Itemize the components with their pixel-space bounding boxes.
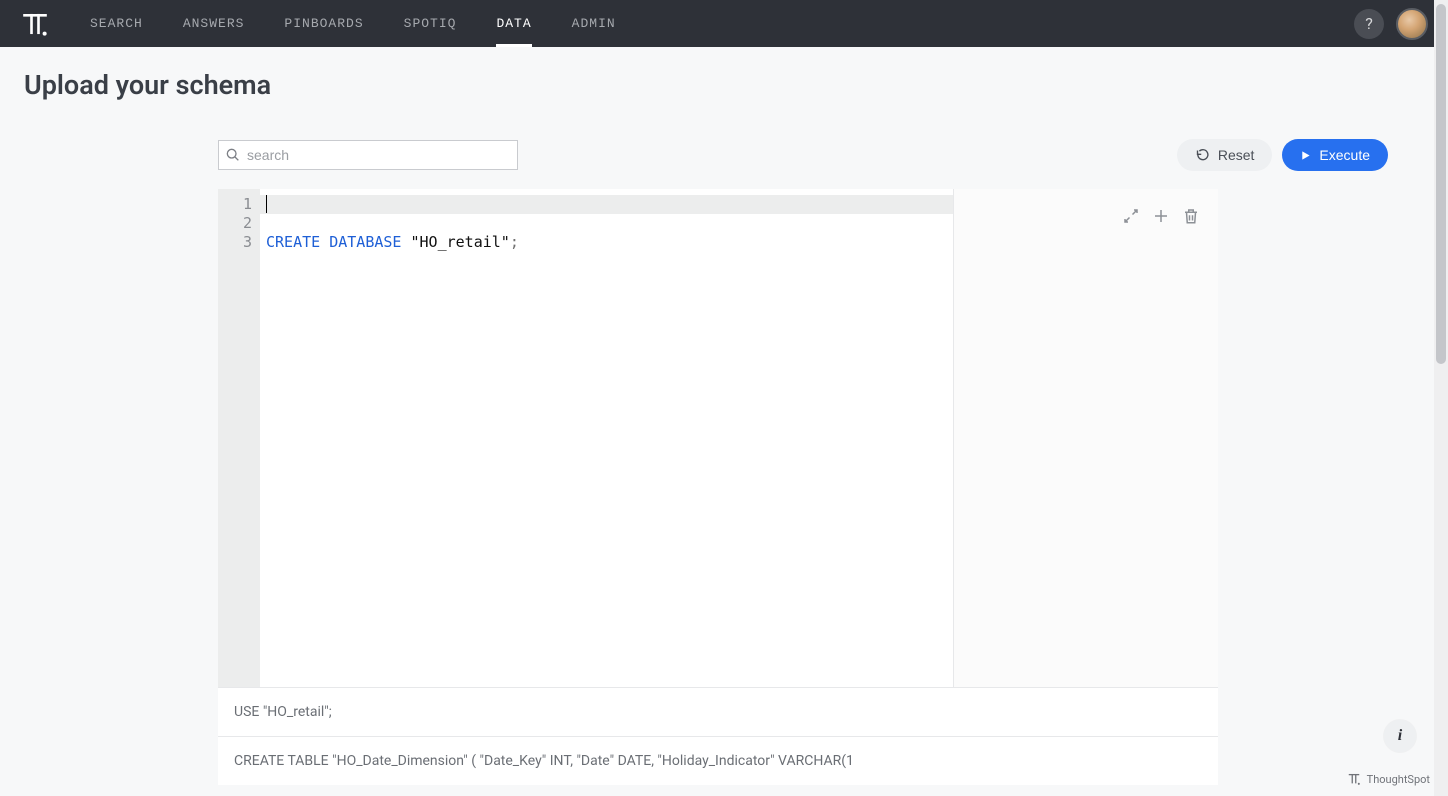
- line-number: 2: [218, 214, 252, 233]
- sql-string: "HO_retail": [401, 233, 509, 251]
- nav-item-answers[interactable]: ANSWERS: [183, 0, 245, 47]
- sql-keyword: CREATE DATABASE: [266, 233, 401, 251]
- nav-right: ?: [1354, 8, 1428, 40]
- page-title: Upload your schema: [24, 69, 1424, 101]
- nav-item-pinboards[interactable]: PINBOARDS: [284, 0, 363, 47]
- info-button[interactable]: i: [1384, 720, 1416, 752]
- editor-gutter: 1 2 3: [218, 189, 260, 687]
- nav-item-search[interactable]: SEARCH: [90, 0, 143, 47]
- footer-brand-label: ThoughtSpot: [1367, 773, 1430, 786]
- editor-code[interactable]: CREATE DATABASE "HO_retail";: [260, 189, 954, 687]
- reset-icon: [1195, 148, 1210, 163]
- brand-logo[interactable]: [20, 9, 50, 39]
- nav-items: SEARCH ANSWERS PINBOARDS SPOTIQ DATA ADM…: [90, 0, 616, 47]
- nav-item-admin[interactable]: ADMIN: [572, 0, 616, 47]
- brand-logo-small: [1347, 772, 1361, 786]
- top-nav: SEARCH ANSWERS PINBOARDS SPOTIQ DATA ADM…: [0, 0, 1448, 47]
- play-icon: [1300, 150, 1311, 161]
- line-number: 1: [218, 195, 252, 214]
- nav-item-data[interactable]: DATA: [496, 0, 531, 47]
- page-header: Upload your schema: [0, 47, 1448, 109]
- reset-label: Reset: [1218, 147, 1255, 163]
- history-row[interactable]: CREATE TABLE "HO_Date_Dimension" ( "Date…: [218, 736, 1218, 785]
- reset-button[interactable]: Reset: [1177, 139, 1273, 171]
- toolbar: Reset Execute: [194, 109, 1412, 189]
- nav-item-spotiq[interactable]: SPOTIQ: [404, 0, 457, 47]
- add-icon[interactable]: [1152, 207, 1170, 225]
- search-input[interactable]: [241, 147, 511, 163]
- sql-terminator: ;: [510, 233, 519, 251]
- search-wrap[interactable]: [218, 140, 518, 170]
- trash-icon[interactable]: [1182, 207, 1200, 225]
- user-avatar[interactable]: [1396, 8, 1428, 40]
- execute-button[interactable]: Execute: [1282, 139, 1388, 171]
- collapse-icon[interactable]: [1122, 207, 1140, 225]
- vertical-scrollbar[interactable]: [1434, 0, 1448, 796]
- search-icon: [225, 147, 241, 163]
- history-row[interactable]: USE "HO_retail";: [218, 687, 1218, 736]
- sql-editor: 1 2 3 CREATE DATABASE "HO_retail";: [218, 189, 1218, 687]
- execute-label: Execute: [1319, 147, 1370, 163]
- line-number: 3: [218, 233, 252, 252]
- sql-history: USE "HO_retail"; CREATE TABLE "HO_Date_D…: [218, 687, 1218, 785]
- footer-brand: ThoughtSpot: [1347, 772, 1430, 786]
- result-panel-tools: [954, 189, 1218, 687]
- scrollbar-thumb[interactable]: [1436, 4, 1446, 364]
- help-button[interactable]: ?: [1354, 9, 1384, 39]
